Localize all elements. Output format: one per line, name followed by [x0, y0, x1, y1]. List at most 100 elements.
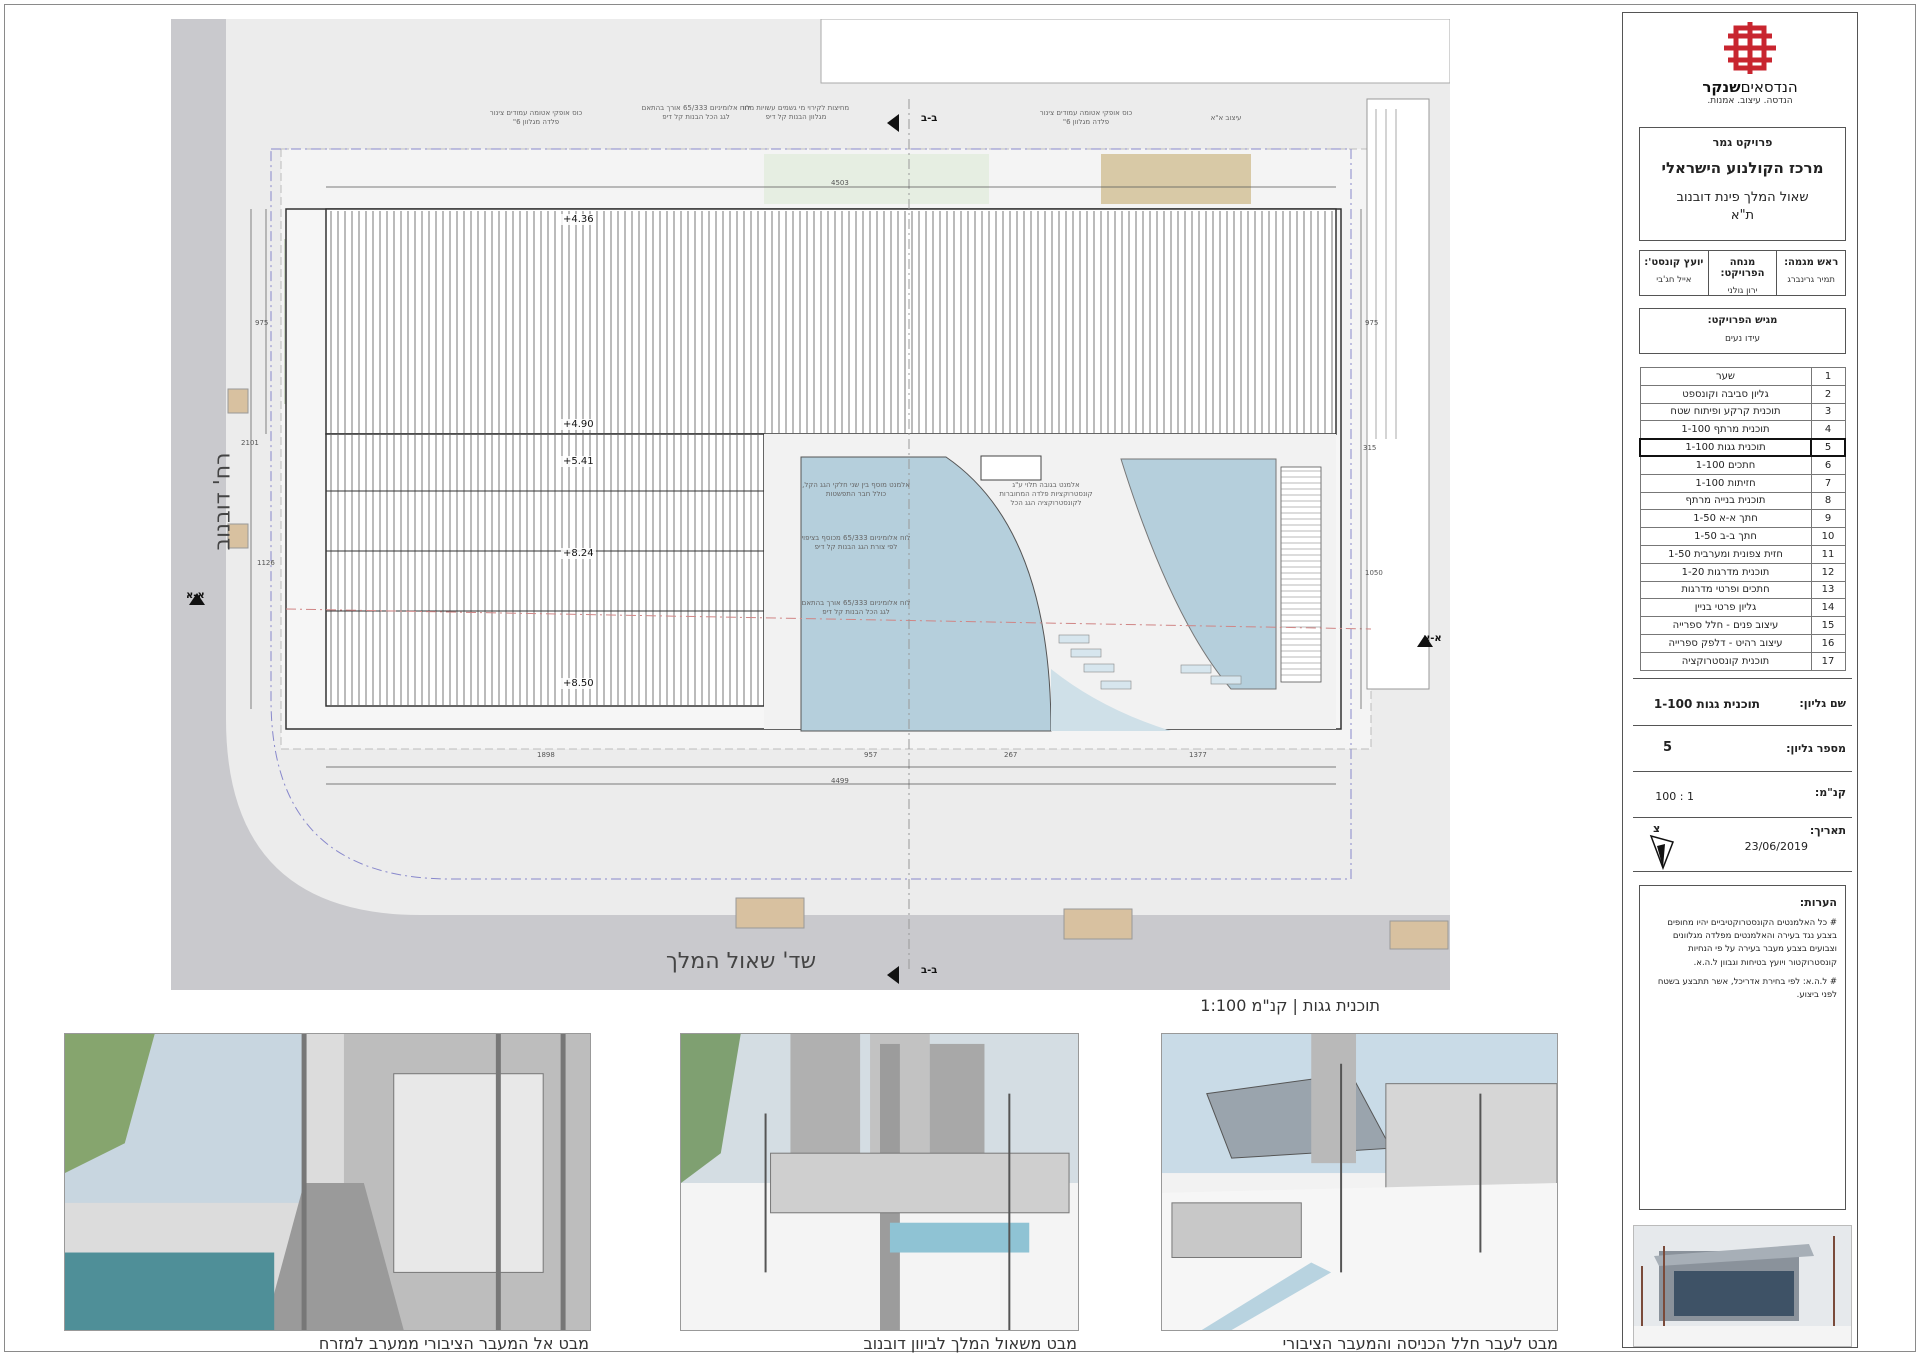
sheet-title-cell: תוכנית מרתף 1-100 — [1639, 420, 1812, 440]
sheet-number-cell: 14 — [1810, 598, 1846, 618]
project-name: מרכז הקולנוע הישראלי — [1661, 159, 1824, 177]
presenter-box: מגיש הפרויקט: עידו נעים — [1639, 308, 1846, 354]
sheet-title-cell: תוכנית בנייה מרתף — [1639, 491, 1812, 511]
sheet-number-cell: 11 — [1810, 544, 1846, 564]
plan-annotation: כוס אופקי אטומה עמודים צינור פלדה מגלוון… — [489, 109, 583, 127]
dimension-label: 957 — [864, 751, 878, 759]
plan-annotation: לוח אלומיניום 65/333 אורך בהתאם לגג הכל … — [801, 599, 911, 617]
sheet-number-cell: 10 — [1810, 527, 1846, 546]
scale-value: 1 : 100 — [1655, 790, 1694, 803]
sheet-number-cell: 7 — [1810, 473, 1846, 493]
sheet-number-cell: 8 — [1810, 491, 1846, 511]
sheet-title-cell: חתך ב-ב 1-50 — [1639, 527, 1812, 546]
view-caption: מבט אל המעבר הציבורי ממערב למזרח — [318, 1334, 589, 1353]
dimension-label: 1050 — [1365, 569, 1383, 577]
date-row: תאריך: 23/06/2019 צ — [1633, 818, 1852, 872]
dimension-label: 1126 — [257, 559, 275, 567]
logo-name-rest: הנדסאים — [1740, 78, 1798, 96]
date-value: 23/06/2019 — [1744, 840, 1808, 853]
plan-annotation: עיצוב א"א — [1210, 114, 1242, 122]
sheet-number-value: 5 — [1662, 740, 1672, 755]
presenter-title: מגיש הפרויקט: — [1707, 315, 1778, 326]
date-label: תאריך: — [1809, 824, 1846, 837]
sheet-title-cell: חתך א-א 1-50 — [1639, 509, 1812, 529]
sheet-name-value: תוכנית גגות 1-100 — [1653, 697, 1760, 711]
role-name: ירון גולני — [1727, 286, 1758, 296]
section-mark-bb: ב-ב — [921, 965, 938, 976]
dimension-label: 2101 — [241, 439, 259, 447]
sheet-index-row: 8 תוכנית בנייה מרתף — [1639, 491, 1846, 511]
sheet-index-row: 17 תוכנית קונסטרוקציה — [1639, 651, 1846, 671]
sheet-index-row: 6 חתכים 1-100 — [1639, 455, 1846, 475]
sheet-index-row: 16 עיצוב רהיט - דלפק ספרייה — [1639, 633, 1846, 653]
sheet-title-cell: תוכנית קרקע ופיתוח שטח — [1639, 402, 1812, 422]
roof-plan-drawing: רח' דובנוב שד' שאול המלך +4.36 +4.90 +5.… — [171, 19, 1450, 990]
role-title: יועץ קונסט': — [1644, 257, 1704, 268]
sheet-number-row: מספר גליון: 5 — [1633, 726, 1852, 772]
sheet-index-row: 9 חתך א-א 1-50 — [1639, 509, 1846, 529]
sheet-number-cell: 12 — [1810, 562, 1846, 582]
project-city: ת"א — [1730, 207, 1755, 223]
sheet-number-cell: 17 — [1810, 651, 1846, 671]
street-label-dubnov: רח' דובנוב — [210, 452, 236, 551]
note-item: # כל האלמנטים הקונסטרוקטיביים יהיו מחופי… — [1667, 918, 1837, 968]
sheet-title-cell: עיצוב רהיט - דלפק ספרייה — [1639, 633, 1812, 653]
sheet-index-row: 7 חזיתות 1-100 — [1639, 473, 1846, 493]
view-entrance-render — [1161, 1033, 1558, 1331]
dimension-label: 267 — [1004, 751, 1018, 759]
notes-box: הערות: # כל האלמנטים הקונסטרוקטיביים יהי… — [1639, 885, 1846, 1210]
sheet-index-row: 2 גליון סביבה וקונספט — [1639, 384, 1846, 404]
section-mark-bb: ב-ב — [921, 113, 938, 124]
presenter-name: עידו נעים — [1724, 334, 1761, 344]
sheet-title-cell: תוכנית קונסטרוקציה — [1639, 651, 1812, 671]
sheet-title-cell: גליון סביבה וקונספט — [1639, 384, 1812, 404]
project-info-box: פרויקט גמר מרכז הקולנוע הישראלי שאול המל… — [1639, 127, 1846, 241]
sheet-title-cell: חזית צפונית ומערבית 1-50 — [1639, 544, 1812, 564]
roof-level-tag: +8.50 — [561, 678, 596, 689]
north-arrow-icon: צ — [1643, 822, 1677, 870]
sheet-number-cell: 2 — [1810, 384, 1846, 404]
project-location: שאול המלך פינת דובנוב — [1676, 190, 1809, 205]
sheet-index-row: 3 תוכנית קרקע ופיתוח שטח — [1639, 402, 1846, 422]
plan-caption: תוכנית גגות | קנ"מ 1:100 — [1200, 996, 1380, 1015]
sheet-number-cell: 16 — [1810, 633, 1846, 653]
dimension-label: 975 — [1365, 319, 1379, 327]
dimension-label: 1898 — [537, 751, 555, 759]
plan-annotation: לוח אלומיניום 65/333 אורך בהתאם לגג הכל … — [641, 104, 751, 122]
note-item: # ל.ה.א: לפי בחירת אדריכל, אשר תתבצע בשט… — [1657, 976, 1837, 1000]
sheet-title-cell: תוכנית גגות 1-100 — [1639, 437, 1812, 458]
sheet-index-table: 1 שער 2 גליון סביבה וקונספט 3 תוכנית קרקע ופי… — [1639, 367, 1846, 671]
dimension-label: 315 — [1363, 444, 1377, 452]
roles-box: ראש מגמה: תמיר גרינברג מנחה הפרויקט: ירו… — [1639, 250, 1846, 296]
sheet-title-cell: שער — [1639, 367, 1812, 386]
view-caption: מבט לעבר חלל הכניסה והמעבר הציבורי — [1282, 1334, 1558, 1353]
plan-annotation: מחיצות לקירוי מי גשמים עשויות מחו מגלוון… — [742, 104, 850, 122]
sheet-title-cell: עיצוב פנים - חלל ספרייה — [1639, 616, 1812, 635]
sheet-number-cell: 9 — [1810, 509, 1846, 529]
roof-level-tag: +4.36 — [561, 214, 596, 225]
sheet-number-cell: 4 — [1810, 420, 1846, 440]
sheet-name-row: שם גליון: תוכנית גגות 1-100 — [1633, 678, 1852, 726]
dimension-label: 4499 — [831, 777, 849, 785]
shenkar-logo-icon — [1724, 22, 1776, 74]
sheet-title-cell: גליון פרטי בניין — [1639, 598, 1812, 618]
plan-annotation: אלמנט בגובה תלוי ע"ג קונסטרוקציות פלדה ה… — [999, 481, 1093, 508]
plan-annotation: אלמנט מוסף בין שני חלקי הגג הקל, כולל חב… — [802, 481, 910, 499]
sheet-number-cell: 13 — [1810, 580, 1846, 600]
role-title: ראש מגמה: — [1784, 257, 1839, 268]
role-name: תמיר גרינברג — [1787, 275, 1835, 285]
sheet-title-cell: תוכנית מדרגות 1-20 — [1639, 562, 1812, 582]
sheet-number-cell: 3 — [1810, 402, 1846, 422]
view-street-render — [680, 1033, 1079, 1331]
sheet-index-row: 12 תוכנית מדרגות 1-20 — [1639, 562, 1846, 582]
dimension-label: 4503 — [831, 179, 849, 187]
sheet-index-row: 13 חתכים ופרטי מדרגות — [1639, 580, 1846, 600]
logo-tagline: הנדסה. עיצוב. אמנות. — [1707, 96, 1793, 106]
sheet-number-cell: 1 — [1810, 367, 1846, 386]
section-mark-aa: א-א — [1423, 633, 1442, 644]
dimension-label: 975 — [255, 319, 269, 327]
scale-row: קנ"מ: 1 : 100 — [1633, 772, 1852, 818]
sheet-name-label: שם גליון: — [1799, 697, 1846, 710]
role-title: מנחה הפרויקט: — [1720, 257, 1765, 279]
section-mark-aa: א-א — [186, 590, 205, 601]
